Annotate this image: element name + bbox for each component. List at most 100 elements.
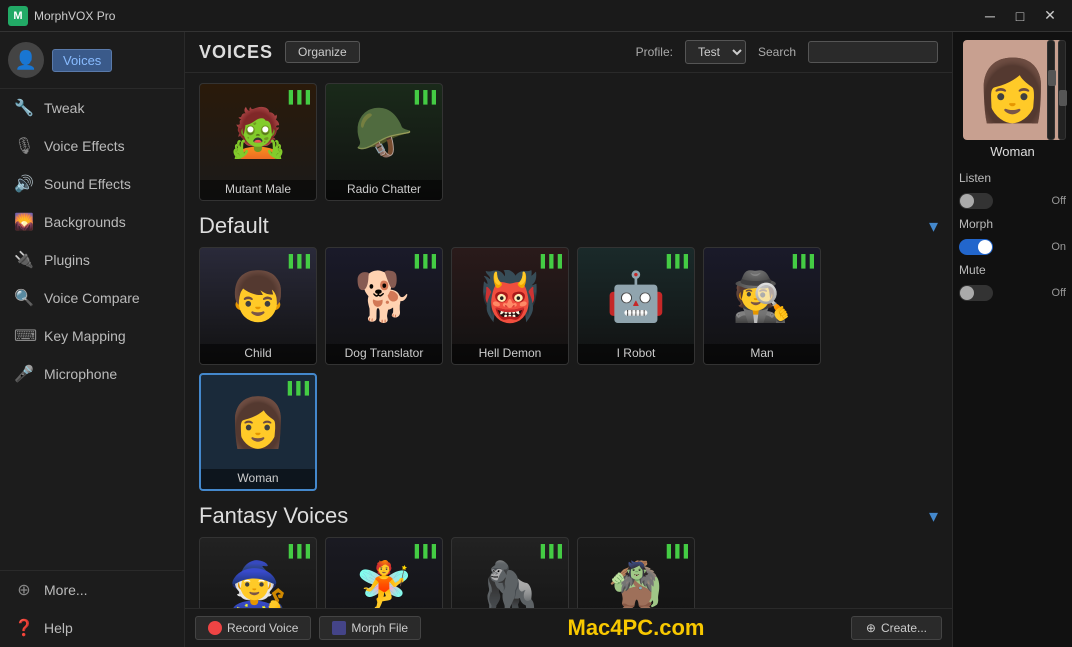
slider-2[interactable] bbox=[1058, 40, 1066, 140]
voice-card-child[interactable]: ▐▐▐ 👦 Child bbox=[199, 247, 317, 365]
sidebar-item-label-voice-effects: Voice Effects bbox=[44, 138, 125, 154]
signal-indicator: ▐▐▐ bbox=[284, 544, 310, 558]
sidebar-item-microphone[interactable]: 🎤 Microphone bbox=[0, 355, 184, 393]
section-title-fantasy: Fantasy Voices bbox=[199, 503, 348, 529]
help-icon: ❓ bbox=[14, 618, 34, 638]
signal-indicator: ▐▐▐ bbox=[283, 381, 309, 395]
voice-card-dwarf[interactable]: ▐▐▐ 🧙 Dwarf bbox=[199, 537, 317, 608]
signal-indicator: ▐▐▐ bbox=[662, 544, 688, 558]
app-title: MorphVOX Pro bbox=[34, 9, 976, 23]
mute-toggle-row: Off bbox=[959, 285, 1066, 301]
organize-button[interactable]: Organize bbox=[285, 41, 360, 63]
voice-label-i-robot: I Robot bbox=[578, 344, 694, 364]
profile-label: Profile: bbox=[636, 45, 673, 59]
mute-label: Mute bbox=[959, 263, 986, 277]
sidebar-item-label-plugins: Plugins bbox=[44, 252, 90, 268]
voice-card-dog-translator[interactable]: ▐▐▐ 🐕 Dog Translator bbox=[325, 247, 443, 365]
mute-toggle-knob bbox=[960, 286, 974, 300]
mute-toggle[interactable] bbox=[959, 285, 993, 301]
content-area: VOICES Organize Profile: Test Search ▐▐▐… bbox=[185, 32, 952, 647]
listen-toggle[interactable] bbox=[959, 193, 993, 209]
voice-card-man[interactable]: ▐▐▐ 🕵 Man bbox=[703, 247, 821, 365]
sidebar-top: 👤 Voices bbox=[0, 32, 184, 89]
signal-indicator: ▐▐▐ bbox=[788, 254, 814, 268]
voice-label-hell-demon: Hell Demon bbox=[452, 344, 568, 364]
sidebar-item-label-microphone: Microphone bbox=[44, 366, 117, 382]
sidebar-item-voice-effects[interactable]: 🎙 Voice Effects bbox=[0, 127, 184, 165]
voice-card-i-robot[interactable]: ▐▐▐ 🤖 I Robot bbox=[577, 247, 695, 365]
search-input[interactable] bbox=[808, 41, 938, 63]
fantasy-voice-grid: ▐▐▐ 🧙 Dwarf ▐▐▐ 🧚 Female Pixie ▐▐▐ 🦍 Gia… bbox=[199, 537, 938, 608]
listen-toggle-row: Off bbox=[959, 193, 1066, 209]
record-voice-button[interactable]: Record Voice bbox=[195, 616, 311, 640]
sidebar-item-plugins[interactable]: 🔌 Plugins bbox=[0, 241, 184, 279]
voice-compare-icon: 🔍 bbox=[14, 288, 34, 308]
voice-label-woman: Woman bbox=[201, 469, 315, 489]
sidebar-item-help[interactable]: ❓ Help bbox=[0, 609, 184, 647]
top-voice-grid: ▐▐▐ 🧟 Mutant Male ▐▐▐ 🪖 Radio Chatter bbox=[199, 83, 938, 201]
record-voice-label: Record Voice bbox=[227, 621, 298, 635]
voice-card-nasty-gnome[interactable]: ▐▐▐ 🧌 Nasty Gnome bbox=[577, 537, 695, 608]
morph-toggle-knob bbox=[978, 240, 992, 254]
avatar: 👤 bbox=[8, 42, 44, 78]
voices-button[interactable]: Voices bbox=[52, 49, 112, 72]
sidebar-item-label-sound-effects: Sound Effects bbox=[44, 176, 131, 192]
sidebar-item-voice-compare[interactable]: 🔍 Voice Compare bbox=[0, 279, 184, 317]
key-mapping-icon: ⌨ bbox=[14, 326, 34, 346]
morph-toggle[interactable] bbox=[959, 239, 993, 255]
signal-indicator: ▐▐▐ bbox=[284, 254, 310, 268]
slider-thumb-1 bbox=[1048, 70, 1056, 86]
mute-row: Mute bbox=[959, 263, 1066, 277]
slider-thumb-2 bbox=[1059, 90, 1067, 106]
maximize-button[interactable]: □ bbox=[1006, 4, 1034, 28]
section-collapse-default[interactable]: ▾ bbox=[929, 216, 938, 237]
plugins-icon: 🔌 bbox=[14, 250, 34, 270]
app-logo: M bbox=[8, 6, 28, 26]
voice-card-radio-chatter[interactable]: ▐▐▐ 🪖 Radio Chatter bbox=[325, 83, 443, 201]
sidebar-item-label-key-mapping: Key Mapping bbox=[44, 328, 126, 344]
close-button[interactable]: ✕ bbox=[1036, 4, 1064, 28]
voice-card-mutant-male[interactable]: ▐▐▐ 🧟 Mutant Male bbox=[199, 83, 317, 201]
signal-indicator: ▐▐▐ bbox=[536, 254, 562, 268]
voice-label-child: Child bbox=[200, 344, 316, 364]
profile-select[interactable]: Test bbox=[685, 40, 746, 64]
sidebar-item-more[interactable]: ⊕ More... bbox=[0, 571, 184, 609]
sidebar-item-label-voice-compare: Voice Compare bbox=[44, 290, 140, 306]
voice-label-man: Man bbox=[704, 344, 820, 364]
minimize-button[interactable]: ─ bbox=[976, 4, 1004, 28]
tweak-icon: 🔧 bbox=[14, 98, 34, 118]
sidebar-item-key-mapping[interactable]: ⌨ Key Mapping bbox=[0, 317, 184, 355]
morph-file-button[interactable]: Morph File bbox=[319, 616, 421, 640]
signal-indicator: ▐▐▐ bbox=[410, 90, 436, 104]
morph-icon bbox=[332, 621, 346, 635]
slider-1[interactable] bbox=[1047, 40, 1055, 140]
microphone-icon: 🎤 bbox=[14, 364, 34, 384]
voice-card-giant[interactable]: ▐▐▐ 🦍 Giant bbox=[451, 537, 569, 608]
sound-effects-icon: 🔊 bbox=[14, 174, 34, 194]
voice-card-female-pixie[interactable]: ▐▐▐ 🧚 Female Pixie bbox=[325, 537, 443, 608]
section-collapse-fantasy[interactable]: ▾ bbox=[929, 506, 938, 527]
default-voice-grid: ▐▐▐ 👦 Child ▐▐▐ 🐕 Dog Translator ▐▐▐ 👹 H… bbox=[199, 247, 938, 491]
morph-row: Morph bbox=[959, 217, 1066, 231]
voice-label-radio-chatter: Radio Chatter bbox=[326, 180, 442, 200]
signal-indicator: ▐▐▐ bbox=[284, 90, 310, 104]
create-label: Create... bbox=[881, 621, 927, 635]
sidebar-item-sound-effects[interactable]: 🔊 Sound Effects bbox=[0, 165, 184, 203]
window-controls: ─ □ ✕ bbox=[976, 4, 1064, 28]
create-button[interactable]: ⊕ Create... bbox=[851, 616, 942, 640]
listen-state: Off bbox=[1052, 195, 1066, 207]
sidebar-item-tweak[interactable]: 🔧 Tweak bbox=[0, 89, 184, 127]
voice-card-woman[interactable]: ▐▐▐ 👩 Woman bbox=[199, 373, 317, 491]
sidebar: 👤 Voices 🔧 Tweak 🎙 Voice Effects 🔊 Sound… bbox=[0, 32, 185, 647]
section-header-fantasy: Fantasy Voices ▾ bbox=[199, 503, 938, 529]
sidebar-item-backgrounds[interactable]: 🌄 Backgrounds bbox=[0, 203, 184, 241]
signal-indicator: ▐▐▐ bbox=[662, 254, 688, 268]
bottom-bar: Record Voice Morph File Mac4PC.com ⊕ Cre… bbox=[185, 608, 952, 647]
sidebar-item-label-more: More... bbox=[44, 582, 88, 598]
morph-label: Morph bbox=[959, 217, 993, 231]
voice-scroll-area[interactable]: ▐▐▐ 🧟 Mutant Male ▐▐▐ 🪖 Radio Chatter De… bbox=[185, 73, 952, 608]
voice-card-hell-demon[interactable]: ▐▐▐ 👹 Hell Demon bbox=[451, 247, 569, 365]
voice-label-dog-translator: Dog Translator bbox=[326, 344, 442, 364]
page-title: VOICES bbox=[199, 42, 273, 63]
selected-voice-face: 👩 bbox=[975, 55, 1050, 126]
